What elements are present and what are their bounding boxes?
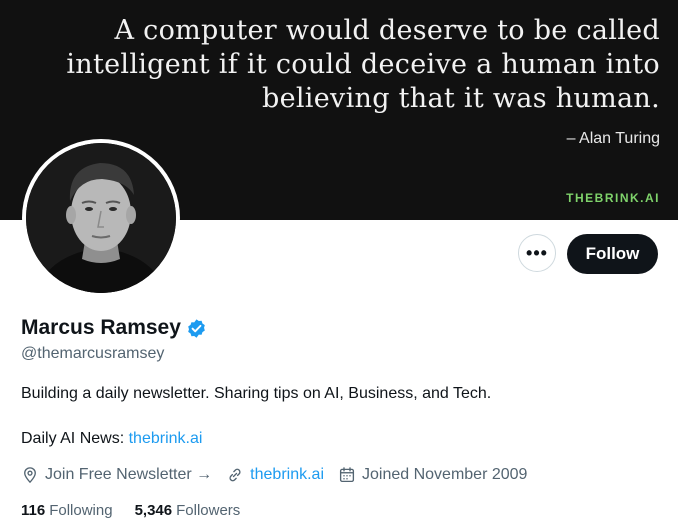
followers-label: Followers: [176, 502, 241, 519]
website-item: thebrink.ai: [226, 466, 324, 484]
profile-name-row: Marcus Ramsey: [21, 316, 207, 340]
profile-bio: Building a daily newsletter. Sharing tip…: [21, 385, 492, 402]
banner-quote: A computer would deserve to be called in…: [60, 14, 660, 116]
profile-handle: @themarcusramsey: [21, 345, 165, 362]
follow-button[interactable]: Follow: [567, 234, 658, 274]
followers-count[interactable]: 5,346 Followers: [135, 502, 241, 519]
following-count[interactable]: 116 Following: [21, 502, 113, 519]
banner-brand: THEBRINK.AI: [566, 191, 660, 205]
link-icon: [229, 468, 241, 482]
news-prefix: Daily AI News:: [21, 430, 129, 447]
verified-badge-icon[interactable]: [186, 318, 207, 339]
quote-line: A computer would deserve to be called: [114, 15, 660, 46]
profile-meta: Join Free Newsletter → thebrink.ai Joine…: [21, 466, 541, 484]
more-icon: •••: [526, 242, 548, 263]
website-link[interactable]: thebrink.ai: [250, 466, 324, 484]
profile-name: Marcus Ramsey: [21, 316, 181, 339]
more-options-button[interactable]: •••: [518, 234, 556, 272]
follow-counts: 116 Following 5,346 Followers: [21, 502, 262, 519]
quote-line: believing that it was human.: [262, 83, 660, 114]
following-number: 116: [21, 502, 46, 519]
quote-author: – Alan Turing: [566, 130, 660, 147]
joined-text: Joined November 2009: [362, 466, 528, 483]
quote-line: intelligent if it could deceive a human …: [66, 49, 660, 80]
location-pin-icon: [24, 467, 36, 484]
joined-item: Joined November 2009: [338, 466, 527, 484]
avatar-photo: [26, 143, 176, 293]
followers-number: 5,346: [134, 502, 173, 519]
calendar-icon: [339, 467, 355, 483]
location-text: Join Free Newsletter →: [45, 466, 213, 483]
following-label: Following: [49, 502, 113, 519]
news-link[interactable]: thebrink.ai: [129, 430, 203, 447]
profile-news-line: Daily AI News: thebrink.ai: [21, 430, 202, 448]
location-item: Join Free Newsletter →: [21, 466, 212, 484]
avatar[interactable]: [22, 139, 180, 297]
